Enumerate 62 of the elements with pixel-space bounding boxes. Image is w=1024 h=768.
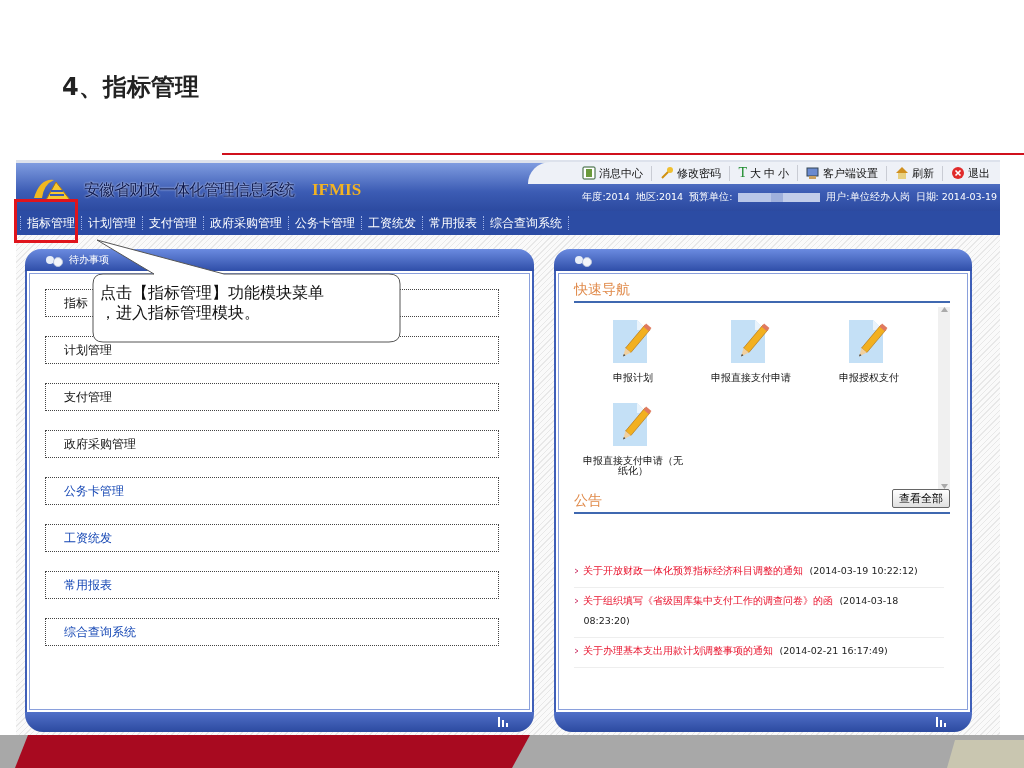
section-title: 快速导航 — [574, 281, 950, 303]
toolbar-link[interactable]: 退出 — [943, 165, 998, 181]
slide-title: 4、指标管理 — [61, 72, 200, 102]
info-text: 日期: 2014-03-19 — [915, 191, 997, 204]
todo-item[interactable]: 政府采购管理 — [64, 435, 136, 453]
menu-item[interactable]: 支付管理 — [142, 216, 203, 230]
toolbar-link[interactable]: 客户端设置 — [798, 165, 887, 181]
scrollbar[interactable] — [938, 307, 950, 489]
section-title: 公告 — [574, 492, 603, 510]
book-icon — [582, 166, 597, 180]
shortcut-label[interactable]: 申报计划 — [581, 373, 686, 383]
todo-item[interactable]: 计划管理 — [64, 341, 112, 359]
close-icon — [951, 166, 965, 180]
dots-icon — [45, 253, 63, 267]
font-size-link[interactable]: 中 — [764, 165, 775, 181]
dots-icon — [574, 253, 593, 267]
menu-item[interactable]: 计划管理 — [81, 216, 142, 230]
system-name: 安徽省财政一体化管理信息系统 — [84, 179, 294, 201]
toolbar-label: 消息中心 — [599, 165, 644, 181]
shortcut-label[interactable]: 申报直接支付申请 — [699, 373, 804, 383]
menu-item[interactable]: 公务卡管理 — [288, 216, 361, 230]
menu-item[interactable]: 政府采购管理 — [203, 216, 288, 230]
todo-item[interactable]: 常用报表 — [64, 576, 112, 594]
todo-item[interactable]: 公务卡管理 — [64, 482, 124, 500]
toolbar-label: 刷新 — [912, 165, 934, 181]
brand-name: IFMIS — [312, 180, 362, 200]
info-text: 用户:单位经办人岗 — [826, 191, 910, 204]
panel-title: 待办事项 — [69, 253, 109, 267]
font-size-link[interactable]: 大 — [750, 165, 761, 181]
computer-icon — [806, 166, 820, 180]
key-icon — [660, 166, 675, 180]
bars-icon — [936, 717, 946, 727]
toolbar-label: 修改密码 — [677, 165, 722, 181]
toolbar-label: 退出 — [968, 165, 990, 181]
info-text: 地区:2014 — [635, 191, 684, 204]
font-size-link[interactable]: 小 — [778, 165, 789, 181]
notice-link[interactable]: 关于办理基本支出用款计划调整事项的通知 (2014-02-21 16:17:49) — [583, 641, 888, 661]
todo-item[interactable]: 指标 — [64, 294, 88, 312]
toolbar-link[interactable]: 刷新 — [887, 165, 943, 181]
menu-item[interactable]: 指标管理 — [20, 216, 81, 230]
menu-item[interactable]: 常用报表 — [422, 216, 483, 230]
info-text: 年度:2014 — [582, 191, 630, 204]
todo-item[interactable]: 综合查询系统 — [64, 623, 136, 641]
notice-link[interactable]: 关于开放财政一体化预算指标经济科目调整的通知 (2014-03-19 10:22:12) — [583, 561, 918, 581]
notice-link[interactable]: 关于组织填写《省级国库集中支付工作的调查问卷》的函 (2014-03-18 08:23:20) — [583, 591, 945, 631]
font-size-icon: T — [738, 165, 747, 181]
toolbar-link[interactable]: 修改密码 — [652, 165, 731, 181]
todo-item[interactable]: 支付管理 — [64, 388, 112, 406]
down-arrow-icon — [940, 484, 948, 489]
todo-item[interactable]: 工资统发 — [64, 529, 112, 547]
menu-item[interactable]: 综合查询系统 — [483, 216, 569, 230]
view-all-button[interactable]: 查看全部 — [892, 489, 950, 508]
menu-item[interactable]: 工资统发 — [361, 216, 422, 230]
up-arrow-icon — [940, 307, 948, 312]
callout-text: 点击【指标管理】功能模块菜单 ，进入指标管理模块。 — [100, 283, 324, 323]
shortcut-label[interactable]: 申报授权支付 — [817, 373, 922, 383]
bars-icon — [498, 717, 509, 727]
toolbar-link[interactable]: 消息中心 — [574, 165, 653, 181]
shortcut-label[interactable]: 申报直接支付申请（无纸化） — [581, 456, 686, 476]
house-icon — [895, 166, 909, 180]
info-text: 预算单位: — [689, 191, 733, 204]
toolbar-label: 客户端设置 — [823, 165, 878, 181]
